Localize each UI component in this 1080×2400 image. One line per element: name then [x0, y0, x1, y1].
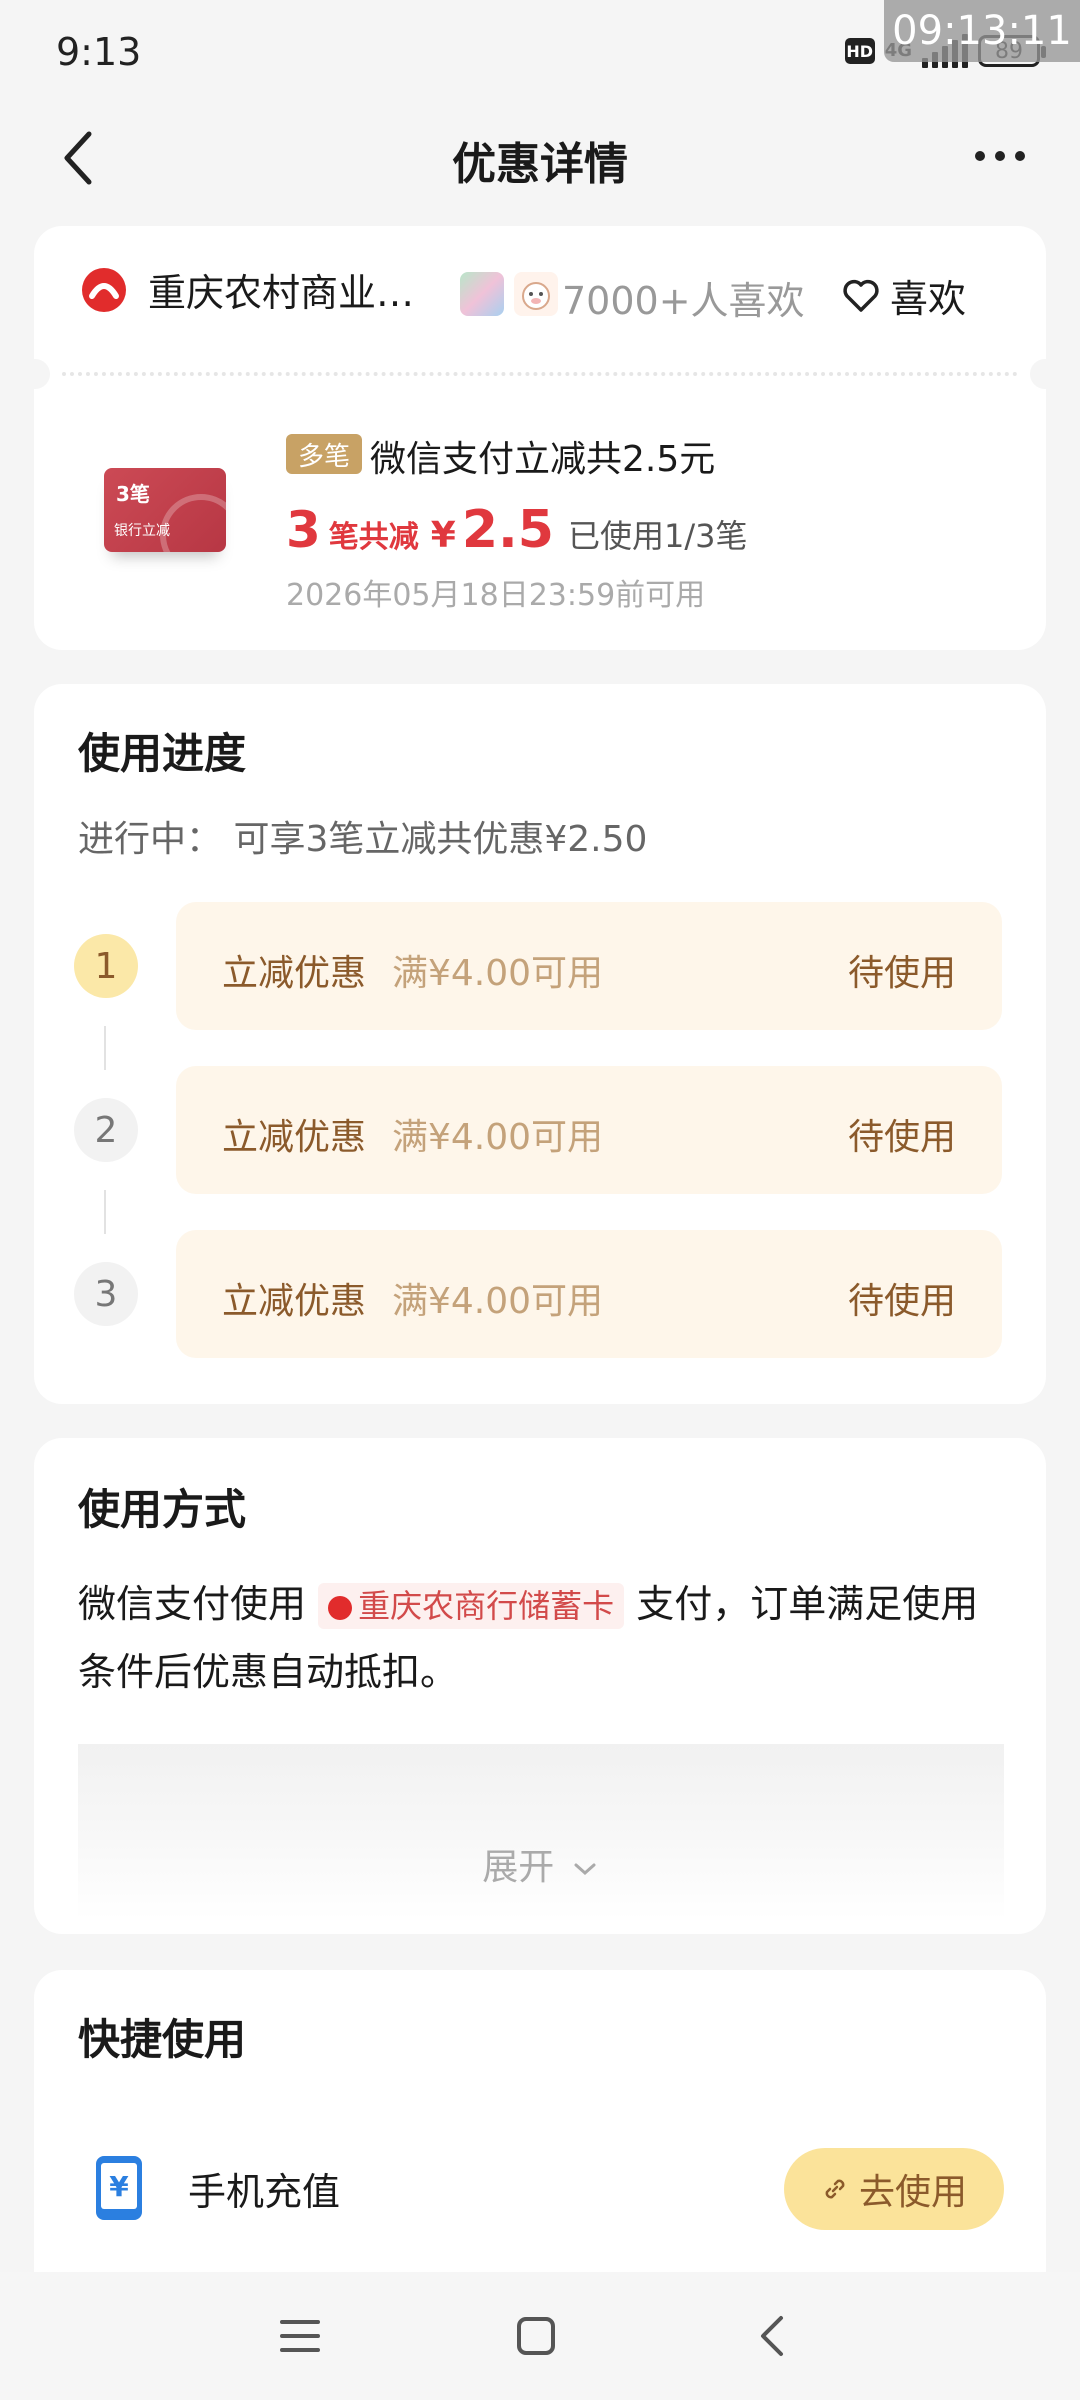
- coupon-count: 3: [286, 501, 321, 559]
- step-item[interactable]: 立减优惠 满¥4.00可用 待使用: [176, 1230, 1002, 1358]
- step-label: 立减优惠: [222, 953, 367, 994]
- usage-title: 使用方式: [78, 1485, 247, 1534]
- card-notch-left: [20, 359, 50, 389]
- merchant-link[interactable]: 重庆农村商业…: [82, 262, 414, 317]
- home-square-icon: [517, 2317, 555, 2355]
- quick-title: 快捷使用: [78, 2015, 247, 2064]
- status-time: 9:13: [56, 30, 142, 74]
- step-status: 待使用: [847, 953, 956, 994]
- coupon-image: 3笔 银行立减: [104, 468, 226, 552]
- coupon-title: 微信支付立减共2.5元: [370, 439, 716, 480]
- coupon-image-count: 3笔: [116, 482, 150, 506]
- bank-logo-icon: [328, 1596, 353, 1620]
- page-title: 优惠详情: [452, 139, 628, 190]
- step-connector: [104, 1026, 106, 1070]
- step-status: 待使用: [847, 1281, 956, 1322]
- menu-icon: [280, 2320, 320, 2352]
- go-use-label: 去使用: [858, 2172, 967, 2213]
- progress-title: 使用进度: [78, 729, 247, 778]
- step-item[interactable]: 立减优惠 满¥4.00可用 待使用: [176, 902, 1002, 1030]
- home-button[interactable]: [506, 2306, 566, 2366]
- currency-symbol: ¥: [430, 515, 456, 556]
- overlay-clock: 09:13:11: [884, 0, 1080, 62]
- progress-subtitle: 进行中： 可享3笔立减共优惠¥2.50: [78, 819, 648, 860]
- step-label: 立减优惠: [222, 1281, 367, 1322]
- step-number: 1: [74, 934, 138, 998]
- go-use-button[interactable]: 去使用: [784, 2148, 1004, 2230]
- multi-tag: 多笔: [286, 434, 363, 474]
- avatar: [512, 270, 560, 318]
- chevron-down-icon: [574, 1863, 596, 1876]
- back-triangle-icon: [761, 2316, 783, 2356]
- menu-button[interactable]: [270, 2306, 330, 2366]
- hd-icon: HD: [844, 38, 875, 64]
- used-count: 已使用1/3笔: [567, 517, 748, 555]
- heart-icon: [843, 279, 879, 312]
- step-item[interactable]: 立减优惠 满¥4.00可用 待使用: [176, 1066, 1002, 1194]
- expire-text: 2026年05月18日23:59前可用: [286, 578, 706, 613]
- system-back-button[interactable]: [742, 2306, 802, 2366]
- step-condition: 满¥4.00可用: [392, 1117, 604, 1158]
- divider: [62, 372, 1018, 376]
- phone-recharge-icon: ¥: [96, 2156, 142, 2220]
- card-notch-right: [1030, 359, 1060, 389]
- card-chip: 重庆农商行储蓄卡: [318, 1583, 625, 1629]
- card-name: 重庆农商行储蓄卡: [358, 1587, 615, 1625]
- expand-label: 展开: [482, 1847, 555, 1888]
- quick-item-phone-recharge[interactable]: ¥ 手机充值: [96, 2156, 340, 2220]
- coupon-image-deco: [160, 494, 226, 552]
- step-number: 2: [74, 1098, 138, 1162]
- like-button[interactable]: 喜欢: [842, 268, 966, 323]
- step-status: 待使用: [847, 1117, 956, 1158]
- step-label: 立减优惠: [222, 1117, 367, 1158]
- expand-button[interactable]: 展开: [0, 1838, 1080, 1890]
- step-condition: 满¥4.00可用: [392, 1281, 604, 1322]
- coupon-count-suffix: 笔共减: [328, 520, 419, 555]
- step-connector: [104, 1190, 106, 1234]
- quick-item-label: 手机充值: [188, 2169, 341, 2214]
- like-label: 喜欢: [890, 277, 967, 321]
- merchant-name: 重庆农村商业…: [148, 271, 415, 315]
- link-icon: [825, 2179, 845, 2199]
- more-dots-icon: [975, 151, 985, 161]
- step-condition: 满¥4.00可用: [392, 953, 604, 994]
- bank-logo-icon: [82, 267, 126, 312]
- step-number: 3: [74, 1262, 138, 1326]
- more-button[interactable]: [960, 136, 1040, 176]
- avatar: [458, 270, 506, 318]
- folded-content: [78, 1744, 1004, 1920]
- liker-avatars: [458, 270, 560, 318]
- coupon-amount-row: 3 笔共减 ¥ 2.5 已使用1/3笔: [286, 500, 748, 560]
- usage-text-before: 微信支付使用: [78, 1582, 307, 1626]
- usage-description: 微信支付使用 重庆农商行储蓄卡 支付，订单满足使用条件后优惠自动抵扣。: [78, 1570, 1008, 1706]
- coupon-amount: 2.5: [461, 500, 554, 560]
- like-count: 7000+人喜欢: [562, 279, 805, 323]
